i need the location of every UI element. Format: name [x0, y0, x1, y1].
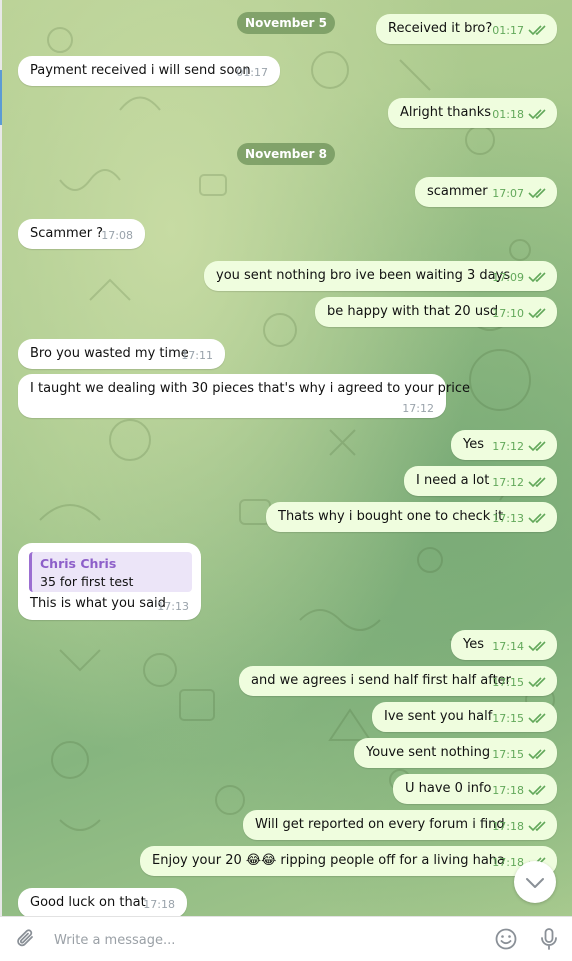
message-outgoing[interactable]: Yes 17:14 — [451, 630, 557, 660]
message-outgoing[interactable]: Thats why i bought one to check it 17:13 — [266, 502, 557, 532]
message-outgoing[interactable]: and we agrees i send half first half aft… — [239, 666, 557, 696]
message-text: scammer — [427, 184, 488, 199]
message-incoming[interactable]: I taught we dealing with 30 pieces that'… — [18, 374, 470, 418]
message-incoming-reply[interactable]: Chris Chris 35 for first test This is wh… — [18, 543, 201, 620]
reply-quote[interactable]: Chris Chris 35 for first test — [29, 552, 192, 592]
message-text: U have 0 info — [405, 781, 492, 796]
message-outgoing[interactable]: U have 0 info 17:18 — [393, 774, 557, 804]
message-time: 17:10 — [492, 307, 524, 320]
reply-quote-text: 35 for first test — [40, 574, 134, 589]
message-text: you sent nothing bro ive been waiting 3 … — [216, 268, 511, 283]
message-time: 17:15 — [492, 748, 524, 761]
message-text: be happy with that 20 usd — [327, 304, 499, 319]
message-time: 17:18 — [143, 898, 175, 911]
message-time: 17:15 — [492, 712, 524, 725]
message-incoming[interactable]: Bro you wasted my time 17:11 — [18, 339, 225, 369]
message-text: Yes — [463, 637, 484, 652]
message-outgoing[interactable]: I need a lot 17:12 — [404, 466, 557, 496]
message-text: Thats why i bought one to check it — [278, 509, 504, 524]
date-separator: November 8 — [237, 143, 335, 165]
message-time: 17:12 — [492, 476, 524, 489]
message-time: 17:12 — [402, 402, 434, 415]
message-text: Enjoy your 20 😂😂 ripping people off for … — [152, 853, 505, 868]
message-outgoing[interactable]: Yes 17:12 — [451, 430, 557, 460]
message-outgoing[interactable]: Will get reported on every forum i find … — [243, 810, 557, 840]
message-incoming[interactable]: Good luck on that 17:18 — [18, 888, 187, 918]
microphone-icon[interactable] — [536, 926, 562, 952]
message-outgoing[interactable]: scammer 17:07 — [415, 177, 557, 207]
message-time: 17:11 — [181, 349, 213, 362]
message-text: Youve sent nothing — [366, 745, 491, 760]
message-text: I need a lot — [416, 473, 490, 488]
message-text: Scammer ? — [30, 226, 104, 241]
double-check-icon — [528, 641, 546, 652]
message-outgoing[interactable]: Enjoy your 20 😂😂 ripping people off for … — [140, 846, 557, 876]
message-outgoing[interactable]: be happy with that 20 usd 17:10 — [315, 297, 557, 327]
double-check-icon — [528, 25, 546, 36]
message-outgoing[interactable]: Youve sent nothing 17:15 — [354, 738, 557, 768]
message-time: 01:18 — [492, 108, 524, 121]
message-time: 01:17 — [236, 66, 268, 79]
double-check-icon — [528, 109, 546, 120]
message-outgoing[interactable]: Received it bro? 01:17 — [376, 14, 557, 44]
message-text: Payment received i will send soon — [30, 63, 251, 78]
scroll-to-bottom-button[interactable] — [514, 861, 556, 903]
message-text: Ive sent you half — [384, 709, 493, 724]
double-check-icon — [528, 188, 546, 199]
double-check-icon — [528, 677, 546, 688]
double-check-icon — [528, 513, 546, 524]
message-composer — [0, 916, 572, 961]
message-text: Alright thanks — [400, 105, 492, 120]
message-time: 17:09 — [492, 271, 524, 284]
message-time: 17:18 — [492, 784, 524, 797]
message-text: Will get reported on every forum i find — [255, 817, 505, 832]
message-text: I taught we dealing with 30 pieces that'… — [30, 381, 470, 396]
chevron-down-icon — [526, 878, 544, 888]
message-time: 17:07 — [492, 187, 524, 200]
double-check-icon — [528, 785, 546, 796]
message-time: 17:13 — [157, 600, 189, 613]
date-separator: November 5 — [237, 12, 335, 34]
message-outgoing[interactable]: Ive sent you half 17:15 — [372, 702, 557, 732]
double-check-icon — [528, 713, 546, 724]
message-text: and we agrees i send half first half aft… — [251, 673, 512, 688]
reply-sender-name: Chris Chris — [40, 556, 117, 571]
message-text: Yes — [463, 437, 484, 452]
message-time: 17:14 — [492, 640, 524, 653]
message-text: This is what you said — [30, 596, 166, 611]
left-accent-bar — [0, 70, 2, 125]
paperclip-icon[interactable] — [13, 926, 39, 952]
message-time: 17:08 — [101, 229, 133, 242]
message-time: 17:13 — [492, 512, 524, 525]
message-text: Bro you wasted my time — [30, 346, 189, 361]
message-incoming[interactable]: Payment received i will send soon 01:17 — [18, 56, 280, 86]
message-outgoing[interactable]: Alright thanks 01:18 — [388, 98, 557, 128]
double-check-icon — [528, 749, 546, 760]
message-time: 17:15 — [492, 676, 524, 689]
message-text: Good luck on that — [30, 895, 146, 910]
smiley-icon[interactable] — [493, 926, 519, 952]
message-input[interactable] — [52, 927, 476, 953]
message-incoming[interactable]: Scammer ? 17:08 — [18, 219, 145, 249]
message-time: 17:18 — [492, 820, 524, 833]
message-time: 17:12 — [492, 440, 524, 453]
left-window-edge — [0, 0, 2, 916]
double-check-icon — [528, 308, 546, 319]
message-time: 01:17 — [492, 24, 524, 37]
message-text: Received it bro? — [388, 21, 493, 36]
double-check-icon — [528, 441, 546, 452]
message-outgoing[interactable]: you sent nothing bro ive been waiting 3 … — [204, 261, 557, 291]
double-check-icon — [528, 821, 546, 832]
double-check-icon — [528, 477, 546, 488]
double-check-icon — [528, 272, 546, 283]
